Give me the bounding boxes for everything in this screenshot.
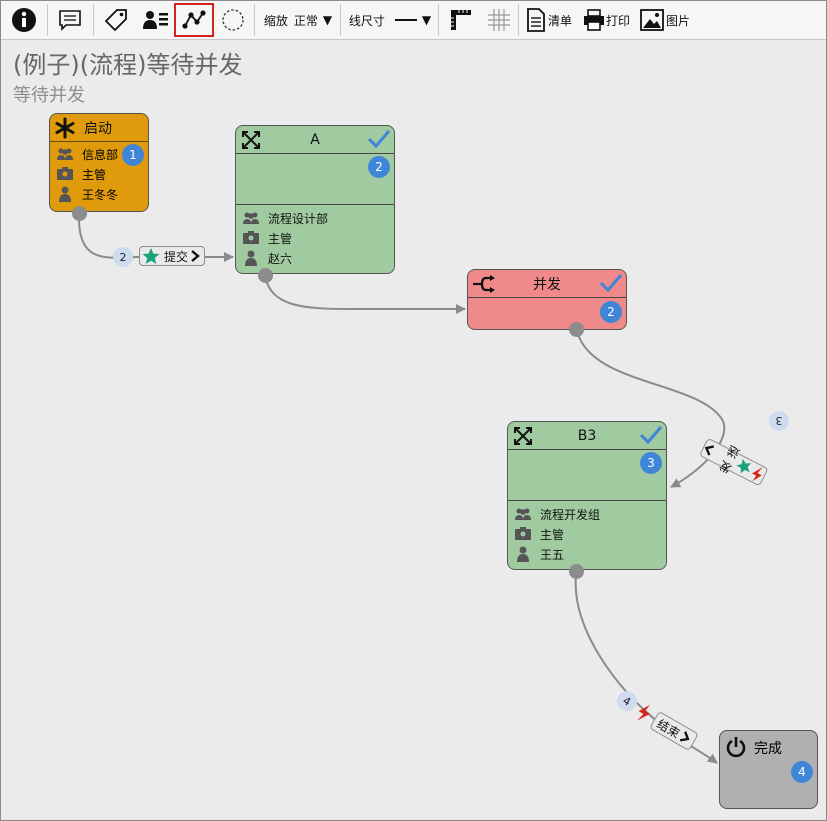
node-concurrent-title: 并发 (533, 276, 561, 293)
node-a-badge: 2 (368, 156, 390, 178)
node-concurrent-port[interactable] (569, 322, 584, 337)
department-text: 流程设计部 (268, 211, 329, 226)
task-node-icon (514, 427, 532, 445)
badge-id-icon (515, 527, 531, 540)
node-start-header: 启动 (50, 114, 148, 142)
node-concurrent-badge: 2 (600, 301, 622, 323)
info-row-user: 王五 (508, 544, 666, 564)
node-b3-info: 流程开发组 主管 王五 (508, 500, 666, 564)
task-node-icon (242, 131, 260, 149)
node-a-header: A (236, 126, 394, 154)
chevron-right-icon (191, 250, 200, 262)
node-b3-badge: 3 (640, 452, 662, 474)
node-b3-header: B3 (508, 422, 666, 450)
link-submit-badge: 2 (113, 247, 133, 267)
asterisk-icon (55, 117, 75, 139)
node-a-title: A (310, 131, 320, 148)
node-a-port[interactable] (258, 268, 273, 283)
check-icon (367, 130, 391, 149)
node-concurrent[interactable]: 并发 2 (467, 269, 627, 337)
department-text: 流程开发组 (540, 507, 601, 522)
info-row-department: 信息部 (50, 144, 148, 164)
group-icon (515, 508, 531, 520)
node-concurrent-header: 并发 (468, 270, 626, 298)
node-start[interactable]: 启动 1 信息部 主管 王冬冬 (49, 113, 149, 221)
star-icon (142, 248, 160, 264)
link-submit-text: 提交 (164, 249, 189, 264)
user-text: 王冬冬 (82, 187, 119, 202)
fork-icon (473, 275, 495, 293)
node-done[interactable]: 完成 4 (719, 730, 818, 809)
badge-id-icon (57, 167, 73, 180)
node-start-port[interactable] (72, 206, 87, 221)
group-icon (57, 148, 73, 160)
link-submit-label[interactable]: 提交 (139, 246, 205, 266)
info-row-department: 流程设计部 (236, 208, 394, 228)
info-row-user: 王冬冬 (50, 184, 148, 204)
info-row-department: 流程开发组 (508, 504, 666, 524)
node-b3-title: B3 (577, 427, 597, 444)
info-row-position: 主管 (50, 164, 148, 184)
badge-id-icon (243, 231, 259, 244)
position-text: 主管 (82, 167, 107, 182)
check-icon (599, 274, 623, 293)
group-icon (243, 212, 259, 224)
link-send-badge: 3 (769, 411, 789, 431)
check-icon (639, 426, 663, 445)
user-icon (517, 546, 529, 562)
position-text: 主管 (540, 527, 565, 542)
position-text: 主管 (268, 231, 293, 246)
node-a-info: 流程设计部 主管 赵六 (236, 204, 394, 268)
info-row-position: 主管 (508, 524, 666, 544)
power-icon (726, 737, 746, 758)
department-text: 信息部 (82, 147, 119, 162)
user-icon (245, 250, 257, 266)
link-a-to-concurrent[interactable] (264, 275, 466, 314)
info-row-position: 主管 (236, 228, 394, 248)
node-start-title: 启动 (84, 120, 112, 137)
node-start-info: 信息部 主管 王冬冬 (50, 144, 148, 204)
node-b3-port[interactable] (569, 564, 584, 579)
diagram-window: 缩放 正常 ▼ 线尺寸 ▼ 清单 打印 图片 (例子)(流程)等待并发 等待并发… (0, 0, 827, 821)
user-text: 王五 (540, 547, 565, 562)
user-text: 赵六 (268, 251, 293, 266)
user-icon (59, 186, 71, 202)
node-done-title: 完成 (754, 741, 782, 757)
info-row-user: 赵六 (236, 248, 394, 268)
node-done-badge: 4 (791, 761, 813, 783)
node-b3[interactable]: B3 3 流程开发组 主管 王五 (507, 421, 667, 579)
node-a[interactable]: A 2 流程设计部 主管 赵六 (235, 125, 395, 283)
